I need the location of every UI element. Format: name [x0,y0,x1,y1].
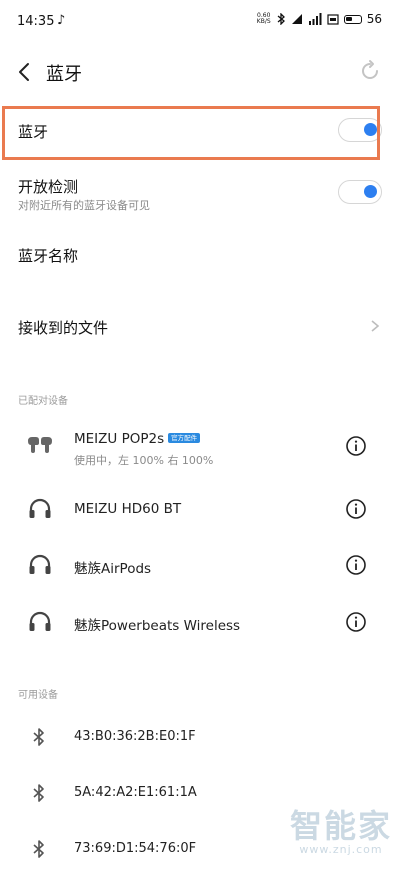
music-note-icon: ♪ [57,13,66,28]
paired-device-row[interactable]: 魅族AirPods [0,537,400,593]
headphones-icon [29,554,51,574]
device-address: 73:69:D1:54:76:0F [74,841,197,856]
discoverable-label: 开放检测 [18,178,79,196]
info-icon[interactable] [345,554,367,576]
device-address: 43:B0:36:2B:E0:1F [74,729,196,744]
official-accessory-badge: 官方配件 [168,433,201,443]
page-title: 蓝牙 [46,64,82,85]
device-name-line: MEIZU POP2s 官方配件 [74,431,201,447]
device-name: 魅族AirPods [74,561,152,577]
header: 蓝牙 [0,44,400,100]
paired-device-row[interactable]: 魅族Powerbeats Wireless [0,594,400,650]
back-arrow-icon[interactable] [13,60,37,84]
chevron-right-icon [371,320,380,332]
bluetooth-icon [33,840,44,858]
earbuds-icon [28,437,52,453]
device-name: MEIZU HD60 BT [74,501,182,517]
battery-icon [343,14,362,24]
bluetooth-name-label: 蓝牙名称 [18,247,79,265]
device-address: 5A:42:A2:E1:61:1A [74,785,197,800]
watermark: 智能家 www.znj.com [290,801,392,856]
paired-device-row[interactable]: MEIZU HD60 BT [0,481,400,537]
watermark-logo: 智能家 [289,807,392,845]
status-icons: 0.60 KB/S 56 [256,12,382,26]
wifi-off-icon [291,14,302,24]
received-files-label: 接收到的文件 [18,319,109,337]
info-icon[interactable] [345,498,367,520]
status-bar: 14:35 ♪ 0.60 KB/S 56 [0,0,400,44]
received-files-row[interactable]: 接收到的文件 [0,300,400,354]
signal-icon [308,13,322,25]
discoverable-row[interactable]: 开放检测 对附近所有的蓝牙设备可见 [0,166,400,226]
discoverable-toggle[interactable] [338,180,382,204]
headphones-icon [29,498,51,518]
info-icon[interactable] [345,611,367,633]
watermark-url: www.znj.com [299,843,383,856]
bluetooth-status-icon [277,13,285,25]
device-name: 魅族Powerbeats Wireless [74,618,241,634]
paired-section-title: 已配对设备 [18,396,68,407]
device-status: 使用中，左 100% 右 100% [74,454,214,467]
info-icon[interactable] [345,435,367,457]
refresh-icon[interactable] [358,59,382,83]
bluetooth-icon [33,784,44,802]
bluetooth-name-row[interactable]: 蓝牙名称 [0,228,400,282]
headphones-icon [29,611,51,631]
net-speed-unit: KB/S [256,18,271,25]
available-device-row[interactable]: 43:B0:36:2B:E0:1F [0,712,400,762]
discoverable-subtitle: 对附近所有的蓝牙设备可见 [18,199,150,212]
toggle-knob [364,185,377,198]
paired-device-row[interactable]: MEIZU POP2s 官方配件 使用中，左 100% 右 100% [0,418,400,474]
net-speed: 0.60 KB/S [256,13,272,25]
hd-icon [327,14,339,25]
status-time: 14:35 [17,14,55,29]
available-section-title: 可用设备 [18,690,58,701]
highlight-box [2,106,380,160]
device-name: MEIZU POP2s [74,431,165,447]
bluetooth-icon [33,728,44,746]
battery-level: 56 [366,12,382,26]
